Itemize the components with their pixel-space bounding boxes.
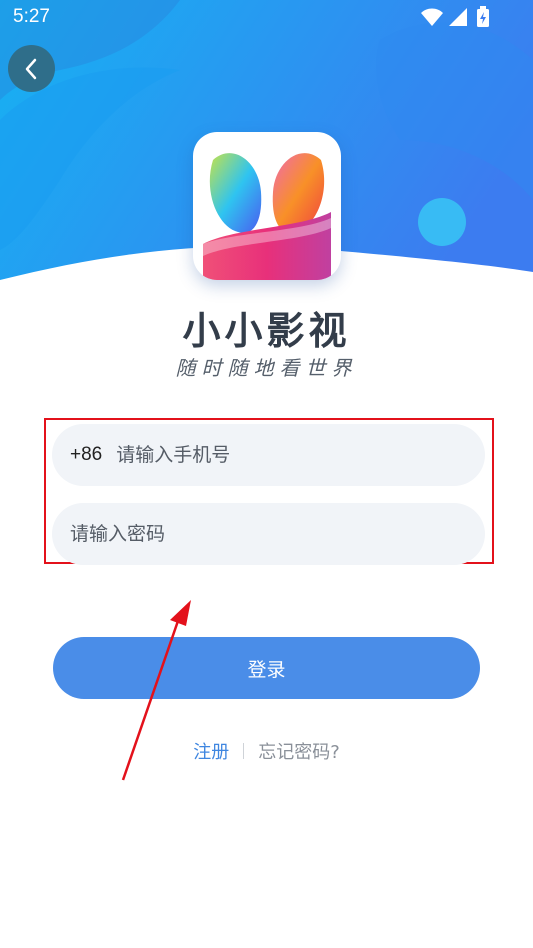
register-link[interactable]: 注册 xyxy=(193,738,229,764)
signal-icon xyxy=(449,8,467,26)
status-bar: 5:27 xyxy=(0,0,533,34)
login-button[interactable]: 登录 xyxy=(53,637,480,699)
battery-icon xyxy=(477,6,489,27)
wifi-icon xyxy=(421,8,443,26)
chevron-left-icon xyxy=(25,58,36,79)
back-button[interactable] xyxy=(8,45,55,92)
forgot-password-link[interactable]: 忘记密码? xyxy=(258,738,340,764)
password-field[interactable] xyxy=(52,503,485,565)
phone-field[interactable]: +86 xyxy=(52,424,485,486)
app-logo xyxy=(193,132,341,280)
auth-links: 注册 忘记密码? xyxy=(0,738,533,764)
phone-input[interactable] xyxy=(116,444,447,466)
app-slogan: 随时随地看世界 xyxy=(175,356,358,380)
password-input[interactable] xyxy=(70,523,400,545)
app-name: 小小影视 xyxy=(182,309,351,353)
status-icons xyxy=(419,6,495,28)
link-divider xyxy=(243,743,245,759)
status-time: 5:27 xyxy=(13,6,50,27)
country-code[interactable]: +86 xyxy=(70,444,102,466)
